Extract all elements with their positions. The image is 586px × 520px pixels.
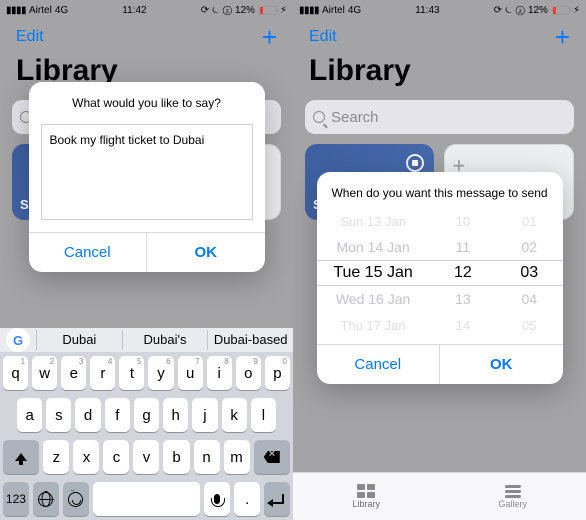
phone-left: ▮▮▮▮ Airtel 4G 11:42 ⟳ ⏾ ⓩ 12% ⚡︎ Edit +…	[0, 0, 293, 520]
datetime-picker[interactable]: Sun 13 Jan Mon 14 Jan Tue 15 Jan Wed 16 …	[317, 208, 563, 338]
emoji-icon	[68, 492, 83, 507]
datetime-picker-dialog: When do you want this message to send Su…	[317, 172, 563, 384]
key-p[interactable]: p0	[265, 356, 290, 390]
edit-button[interactable]: Edit	[16, 28, 44, 46]
key-z[interactable]: z	[43, 440, 69, 474]
period-key[interactable]: .	[234, 482, 260, 516]
ok-button[interactable]: OK	[439, 345, 563, 384]
dialog-prompt: When do you want this message to send	[317, 172, 563, 208]
cancel-button[interactable]: Cancel	[317, 345, 440, 384]
battery-icon	[259, 6, 277, 15]
battery-pct: 12%	[528, 5, 548, 16]
globe-icon	[38, 492, 53, 507]
tab-library[interactable]: Library	[293, 473, 440, 520]
key-row-3: z x c v b n m	[0, 436, 293, 478]
dialog-textarea[interactable]: Book my flight ticket to Dubai	[41, 124, 253, 220]
key-n[interactable]: n	[194, 440, 220, 474]
battery-pct: 12%	[235, 5, 255, 16]
globe-key[interactable]	[33, 482, 59, 516]
battery-icon	[552, 6, 570, 15]
key-s[interactable]: s	[46, 398, 71, 432]
key-t[interactable]: t5	[119, 356, 144, 390]
key-w[interactable]: w2	[32, 356, 57, 390]
key-g[interactable]: g	[134, 398, 159, 432]
key-q[interactable]: q1	[3, 356, 28, 390]
key-k[interactable]: k	[222, 398, 247, 432]
suggestion-2[interactable]: Dubai's	[122, 330, 208, 350]
network-label: 4G	[348, 5, 361, 16]
signal-icon: ▮▮▮▮	[6, 5, 26, 16]
hour-column[interactable]: 10 11 12 13 14	[430, 208, 496, 338]
key-j[interactable]: j	[192, 398, 217, 432]
clock: 11:42	[122, 5, 146, 16]
text-input-dialog: What would you like to say? Book my flig…	[29, 82, 265, 272]
key-x[interactable]: x	[73, 440, 99, 474]
tab-bar: Library Gallery	[293, 472, 586, 520]
library-icon	[357, 484, 375, 498]
mic-key[interactable]	[204, 482, 230, 516]
key-l[interactable]: l	[251, 398, 276, 432]
key-o[interactable]: o9	[236, 356, 261, 390]
key-f[interactable]: f	[105, 398, 130, 432]
google-icon[interactable]: G	[6, 328, 30, 352]
key-i[interactable]: i8	[207, 356, 232, 390]
key-y[interactable]: y6	[148, 356, 173, 390]
space-key[interactable]	[93, 482, 201, 516]
page-title: Library	[293, 54, 586, 94]
key-e[interactable]: e3	[61, 356, 86, 390]
suggestion-bar: G Dubai Dubai's Dubai-based	[0, 328, 293, 352]
key-c[interactable]: c	[103, 440, 129, 474]
search-icon	[313, 111, 325, 123]
search-field[interactable]: Search	[305, 100, 574, 134]
charging-icon: ⚡︎	[573, 5, 580, 16]
key-row-1: q1 w2 e3 r4 t5 y6 u7 i8 o9 p0	[0, 352, 293, 394]
suggestion-3[interactable]: Dubai-based	[207, 330, 293, 350]
key-d[interactable]: d	[75, 398, 100, 432]
key-v[interactable]: v	[133, 440, 159, 474]
keyboard[interactable]: G Dubai Dubai's Dubai-based q1 w2 e3 r4 …	[0, 328, 293, 520]
key-b[interactable]: b	[163, 440, 189, 474]
status-bar: ▮▮▮▮ Airtel 4G 11:42 ⟳ ⏾ ⓩ 12% ⚡︎	[0, 0, 293, 20]
network-label: 4G	[55, 5, 68, 16]
edit-button[interactable]: Edit	[309, 28, 337, 46]
signal-icon: ▮▮▮▮	[299, 5, 319, 16]
carrier-label: Airtel	[322, 5, 345, 16]
emoji-key[interactable]	[63, 482, 89, 516]
return-key[interactable]	[264, 482, 290, 516]
indicator-icons: ⟳ ⏾ ⓩ	[494, 5, 525, 16]
key-h[interactable]: h	[163, 398, 188, 432]
key-r[interactable]: r4	[90, 356, 115, 390]
search-placeholder: Search	[331, 109, 379, 126]
suggestion-1[interactable]: Dubai	[36, 330, 122, 350]
stop-icon[interactable]	[406, 154, 424, 172]
date-column[interactable]: Sun 13 Jan Mon 14 Jan Tue 15 Jan Wed 16 …	[317, 208, 430, 338]
gallery-icon	[504, 484, 522, 498]
tab-gallery[interactable]: Gallery	[440, 473, 586, 520]
key-a[interactable]: a	[17, 398, 42, 432]
shift-key[interactable]	[3, 440, 39, 474]
key-row-2: a s d f g h j k l	[0, 394, 293, 436]
ok-button[interactable]: OK	[146, 233, 265, 272]
add-button[interactable]: +	[555, 22, 570, 53]
charging-icon: ⚡︎	[280, 5, 287, 16]
minute-column[interactable]: 01 02 03 04 05	[496, 208, 562, 338]
indicator-icons: ⟳ ⏾ ⓩ	[201, 5, 232, 16]
key-row-4: 123 .	[0, 478, 293, 520]
mic-icon	[214, 494, 220, 504]
numbers-key[interactable]: 123	[3, 482, 29, 516]
status-bar: ▮▮▮▮ Airtel 4G 11:43 ⟳ ⏾ ⓩ 12% ⚡︎	[293, 0, 586, 20]
key-u[interactable]: u7	[178, 356, 203, 390]
clock: 11:43	[415, 5, 439, 16]
cancel-button[interactable]: Cancel	[29, 233, 147, 272]
backspace-key[interactable]	[254, 440, 290, 474]
dialog-prompt: What would you like to say?	[29, 82, 265, 118]
carrier-label: Airtel	[29, 5, 52, 16]
add-button[interactable]: +	[262, 22, 277, 53]
phone-right: ▮▮▮▮ Airtel 4G 11:43 ⟳ ⏾ ⓩ 12% ⚡︎ Edit +…	[293, 0, 586, 520]
return-icon	[270, 494, 284, 504]
key-m[interactable]: m	[224, 440, 250, 474]
